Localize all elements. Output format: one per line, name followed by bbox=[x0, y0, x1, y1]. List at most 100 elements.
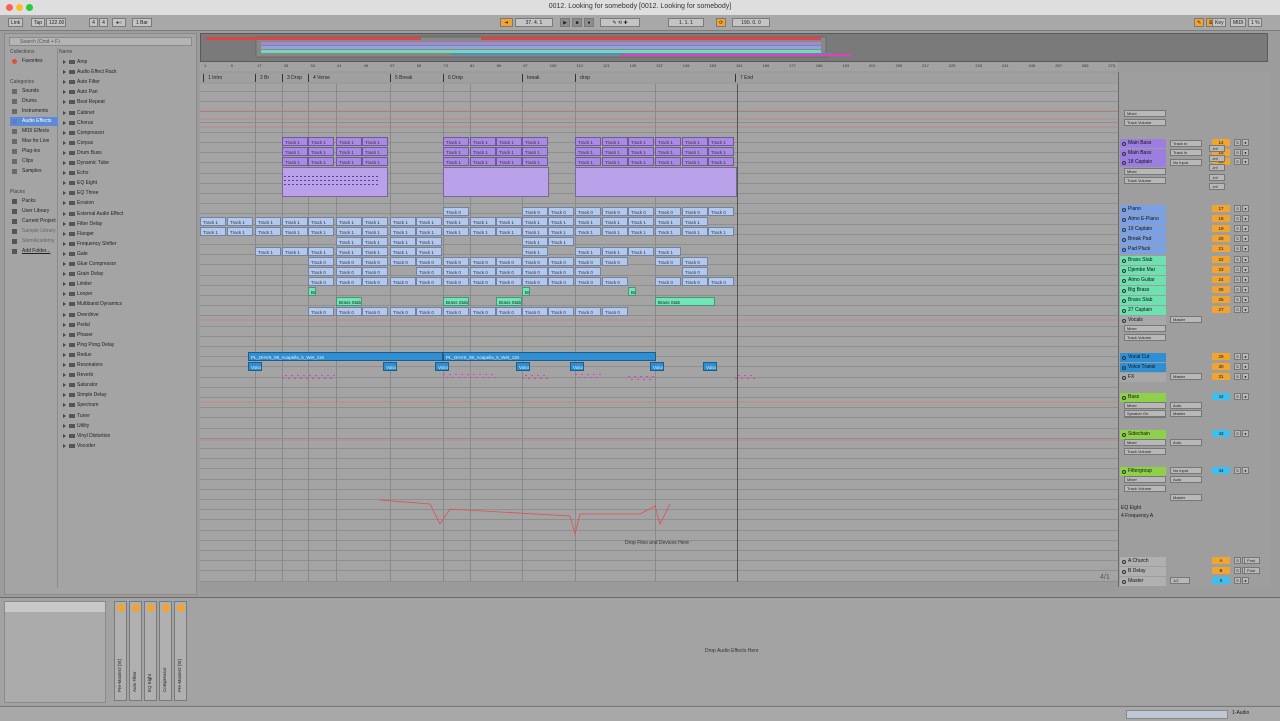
solo-button[interactable]: S bbox=[1234, 235, 1241, 242]
solo-button[interactable]: S bbox=[1234, 158, 1241, 165]
device-item[interactable]: Tuner bbox=[61, 411, 90, 421]
solo-button[interactable]: S bbox=[1234, 225, 1241, 232]
device-box[interactable]: Pre-Master2 [St] bbox=[114, 601, 127, 701]
midi-note[interactable] bbox=[312, 176, 314, 177]
midi-note[interactable] bbox=[324, 180, 326, 181]
mixer-track-header[interactable]: Main Bass bbox=[1120, 149, 1166, 158]
expand-arrow-icon[interactable] bbox=[63, 140, 66, 145]
time-signature-denominator[interactable]: 4 bbox=[99, 18, 108, 27]
midi-note[interactable] bbox=[304, 180, 306, 181]
routing-select[interactable]: Track Volume bbox=[1124, 177, 1166, 184]
device-item[interactable]: Reverb bbox=[61, 370, 93, 380]
places-item-sample-library[interactable]: Sample Library bbox=[10, 227, 58, 236]
midi-note[interactable] bbox=[344, 180, 346, 181]
track-fold-icon[interactable] bbox=[1122, 142, 1126, 146]
solo-button[interactable]: S bbox=[1234, 245, 1241, 252]
routing-select[interactable]: -inf bbox=[1209, 155, 1225, 162]
midi-note[interactable] bbox=[360, 180, 362, 181]
midi-note[interactable] bbox=[352, 184, 354, 185]
midi-note[interactable] bbox=[372, 176, 374, 177]
midi-note[interactable] bbox=[522, 378, 524, 379]
expand-arrow-icon[interactable] bbox=[63, 373, 66, 378]
midi-note[interactable] bbox=[288, 180, 290, 181]
sidebar-item-samples[interactable]: Samples bbox=[10, 167, 58, 176]
midi-note[interactable] bbox=[528, 378, 530, 379]
midi-note[interactable] bbox=[747, 378, 749, 379]
track-activator[interactable]: 43 bbox=[1212, 430, 1230, 437]
arm-button[interactable]: ● bbox=[1242, 373, 1249, 380]
locator-marker[interactable]: 7 End bbox=[735, 74, 753, 82]
midi-note[interactable] bbox=[300, 180, 302, 181]
track-activator[interactable]: 19 bbox=[1212, 225, 1230, 232]
arm-button[interactable]: ● bbox=[1242, 235, 1249, 242]
mixer-track-header[interactable]: Break Pad bbox=[1120, 235, 1166, 244]
mixer-track-header[interactable]: Pad Pluck bbox=[1120, 245, 1166, 254]
midi-note[interactable] bbox=[316, 176, 318, 177]
device-power-icon[interactable] bbox=[177, 604, 185, 612]
midi-note[interactable] bbox=[292, 184, 294, 185]
midi-note[interactable] bbox=[348, 184, 350, 185]
midi-note[interactable] bbox=[288, 184, 290, 185]
midi-note[interactable] bbox=[292, 176, 294, 177]
device-item[interactable]: Saturator bbox=[61, 380, 98, 390]
device-item[interactable]: Ping Pong Delay bbox=[61, 340, 114, 350]
device-item[interactable]: EQ Eight bbox=[61, 178, 97, 188]
midi-note[interactable] bbox=[352, 180, 354, 181]
places-item-current-project[interactable]: Current Project bbox=[10, 217, 58, 226]
eq-param-label[interactable]: 4 Frequency A bbox=[1121, 513, 1153, 519]
midi-note[interactable] bbox=[525, 375, 527, 376]
expand-arrow-icon[interactable] bbox=[63, 251, 66, 256]
expand-arrow-icon[interactable] bbox=[63, 363, 66, 367]
midi-note[interactable] bbox=[309, 375, 311, 376]
solo-button[interactable]: S bbox=[1234, 286, 1241, 293]
routing-select[interactable]: Track Volume bbox=[1124, 448, 1166, 455]
track-activator[interactable]: 0 bbox=[1212, 577, 1230, 584]
expand-arrow-icon[interactable] bbox=[63, 292, 66, 297]
expand-arrow-icon[interactable] bbox=[63, 322, 66, 327]
track-fold-icon[interactable] bbox=[1122, 152, 1126, 156]
midi-note[interactable] bbox=[294, 378, 296, 379]
expand-arrow-icon[interactable] bbox=[63, 120, 66, 125]
device-box[interactable]: Auto Filter bbox=[129, 601, 142, 701]
midi-note[interactable] bbox=[282, 378, 284, 379]
routing-select[interactable]: 1/2 bbox=[1170, 577, 1190, 584]
places-item-user-library[interactable]: User Library bbox=[10, 207, 58, 216]
mixer-track-header[interactable]: Big Brass bbox=[1120, 286, 1166, 295]
midi-note[interactable] bbox=[643, 379, 645, 380]
midi-note[interactable] bbox=[372, 180, 374, 181]
midi-note[interactable] bbox=[637, 379, 639, 380]
midi-note[interactable] bbox=[470, 377, 472, 378]
eq-device-label[interactable]: EQ Eight bbox=[1121, 505, 1141, 511]
expand-arrow-icon[interactable] bbox=[63, 221, 66, 226]
tempo-field[interactable]: 122.00 bbox=[46, 18, 66, 27]
midi-note[interactable] bbox=[750, 375, 752, 376]
stop-button[interactable]: ■ bbox=[572, 18, 582, 27]
track-fold-icon[interactable] bbox=[1122, 396, 1126, 400]
midi-note[interactable] bbox=[284, 176, 286, 177]
midi-note[interactable] bbox=[494, 377, 496, 378]
device-item[interactable]: Vocoder bbox=[61, 441, 95, 451]
midi-note[interactable] bbox=[312, 180, 314, 181]
locator-marker[interactable]: 3 Drop bbox=[282, 74, 302, 82]
device-item[interactable]: Gate bbox=[61, 249, 88, 259]
device-item[interactable]: Simple Delay bbox=[61, 390, 106, 400]
midi-note[interactable] bbox=[649, 379, 651, 380]
time-ruler-bottom[interactable] bbox=[200, 583, 1118, 591]
midi-note[interactable] bbox=[537, 375, 539, 376]
midi-note[interactable] bbox=[340, 184, 342, 185]
midi-note[interactable] bbox=[332, 176, 334, 177]
mixer-track-header[interactable]: Master bbox=[1120, 577, 1166, 586]
solo-button[interactable]: S bbox=[1234, 577, 1241, 584]
routing-select[interactable]: Master bbox=[1170, 373, 1202, 380]
play-button[interactable]: ▶ bbox=[560, 18, 570, 27]
routing-select[interactable]: Track Volume bbox=[1124, 119, 1166, 126]
device-item[interactable]: Drum Buss bbox=[61, 148, 102, 158]
midi-note[interactable] bbox=[646, 376, 648, 377]
sidebar-item-midi-effects[interactable]: MIDI Effects bbox=[10, 127, 58, 136]
track-fold-icon[interactable] bbox=[1122, 366, 1126, 370]
device-box[interactable]: EQ Eight bbox=[144, 601, 157, 701]
track-fold-icon[interactable] bbox=[1122, 309, 1126, 313]
midi-note[interactable] bbox=[364, 180, 366, 181]
device-power-icon[interactable] bbox=[162, 604, 170, 612]
key-map-button[interactable]: Key bbox=[1212, 18, 1226, 27]
